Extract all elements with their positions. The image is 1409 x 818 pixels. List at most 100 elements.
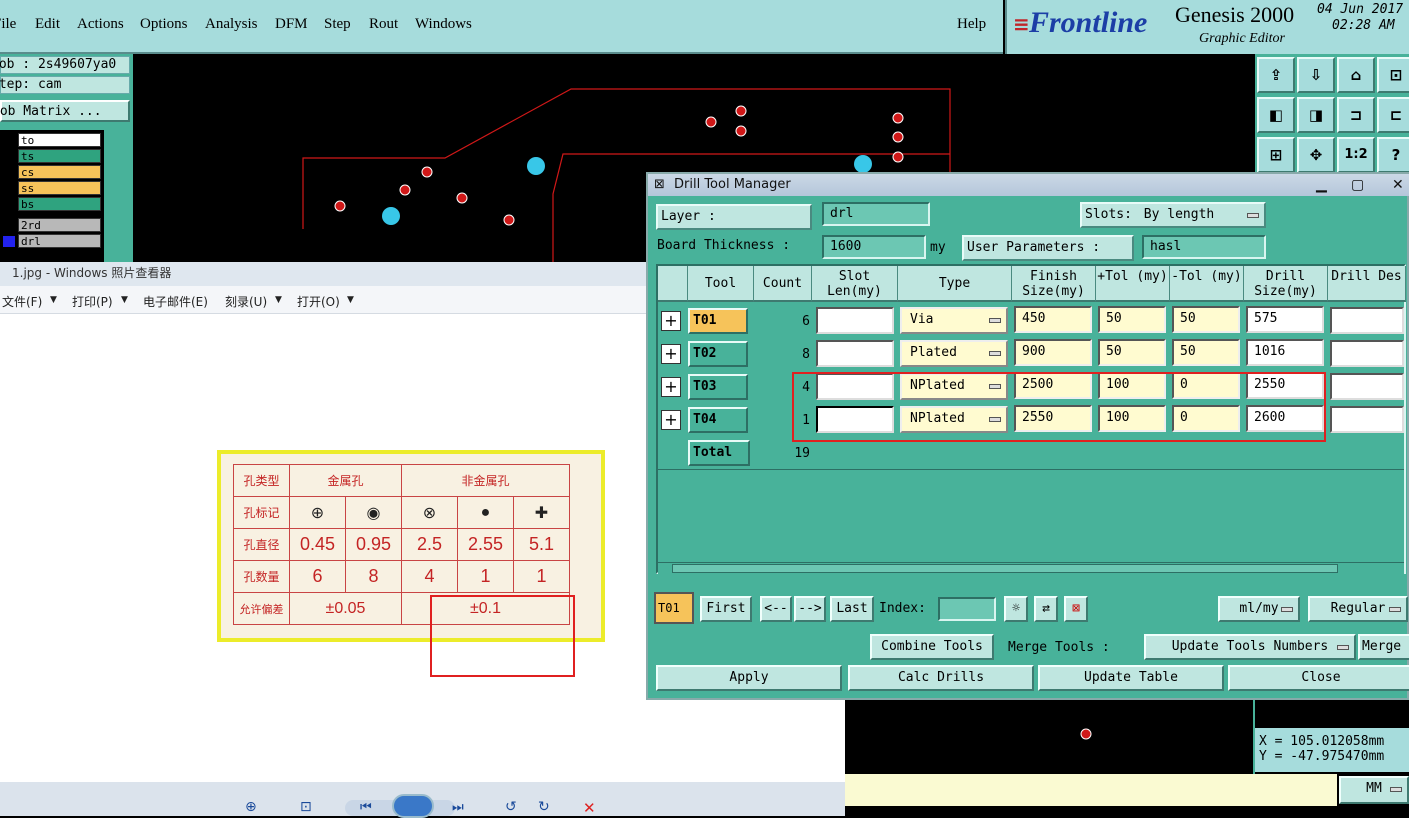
viewer-menu-print[interactable]: 打印(P): [72, 293, 113, 310]
row-header: 孔数量: [233, 560, 290, 593]
drill-des-input[interactable]: [1330, 373, 1404, 400]
rotate-right-icon[interactable]: ↻: [538, 799, 550, 815]
menu-windows[interactable]: Windows: [415, 16, 472, 33]
plus-tol-input[interactable]: 50: [1098, 306, 1166, 333]
drill-des-input[interactable]: [1330, 406, 1404, 433]
fit-icon[interactable]: ⊡: [300, 799, 312, 815]
row-header: 孔直径: [233, 528, 290, 561]
update-tools-numbers-select[interactable]: Update Tools Numbers: [1144, 634, 1356, 660]
units-bottom-select[interactable]: MM: [1339, 776, 1409, 804]
swap-icon[interactable]: ⇄: [1034, 596, 1058, 622]
menu-actions[interactable]: Actions: [77, 16, 124, 33]
window-icon[interactable]: ⊡: [1377, 57, 1409, 93]
expand-icon[interactable]: +: [661, 410, 681, 430]
finish-input[interactable]: 450: [1014, 306, 1092, 333]
zoom-icon[interactable]: ⊕: [245, 799, 257, 815]
export-icon[interactable]: ⇪: [1257, 57, 1295, 93]
update-table-button[interactable]: Update Table: [1038, 665, 1224, 691]
zoom-fit-icon[interactable]: ⊞: [1257, 137, 1295, 173]
calc-drills-button[interactable]: Calc Drills: [848, 665, 1034, 691]
menu-dfm[interactable]: DFM: [275, 16, 308, 33]
help-icon[interactable]: ?: [1377, 137, 1409, 173]
job-matrix-button[interactable]: Job Matrix ...: [0, 100, 130, 122]
previous-icon[interactable]: ⏮: [360, 800, 372, 815]
combine-tools-button[interactable]: Combine Tools: [870, 634, 994, 660]
expand-icon[interactable]: +: [661, 311, 681, 331]
user-params-field[interactable]: hasl: [1142, 235, 1266, 259]
scale-icon[interactable]: 1:2: [1337, 137, 1375, 173]
slideshow-icon[interactable]: [392, 794, 434, 818]
snap-icon[interactable]: ⊐: [1337, 97, 1375, 133]
tool-button[interactable]: T03: [688, 374, 748, 400]
close-icon[interactable]: ✕: [1392, 174, 1404, 196]
layer-item[interactable]: cs: [18, 165, 101, 179]
drill-des-input[interactable]: [1330, 340, 1404, 367]
rotate-left-icon[interactable]: ↺: [505, 799, 517, 815]
layer-field[interactable]: drl: [822, 202, 930, 226]
layer-item[interactable]: to: [18, 133, 101, 147]
menu-edit[interactable]: Edit: [35, 16, 60, 33]
viewer-menu-burn[interactable]: 刻录(U): [225, 293, 267, 310]
next-icon[interactable]: ⏭: [452, 800, 464, 815]
apply-button[interactable]: Apply: [656, 665, 842, 691]
minus-tol-input[interactable]: 50: [1172, 306, 1240, 333]
viewer-menu-email[interactable]: 电子邮件(E): [143, 293, 208, 310]
tool-button[interactable]: T01: [688, 308, 748, 334]
index-input[interactable]: [938, 597, 996, 621]
slot-len-input[interactable]: [816, 340, 894, 367]
plus-tol-input[interactable]: 50: [1098, 339, 1166, 366]
slot-len-input[interactable]: [816, 307, 894, 334]
maximize-icon[interactable]: ▢: [1351, 174, 1364, 196]
tool-button[interactable]: T02: [688, 341, 748, 367]
type-select[interactable]: Via: [900, 307, 1008, 334]
move-left-icon[interactable]: ◧: [1257, 97, 1295, 133]
layer-item[interactable]: ss: [18, 181, 101, 195]
thickness-field[interactable]: 1600: [822, 235, 926, 259]
mode-select[interactable]: Regular: [1308, 596, 1408, 622]
delete-icon[interactable]: ⊠: [1064, 596, 1088, 622]
route-icon[interactable]: ⊏: [1377, 97, 1409, 133]
close-button[interactable]: Close: [1228, 665, 1409, 691]
tool-button[interactable]: T04: [688, 407, 748, 433]
merge-button[interactable]: Merge: [1358, 634, 1409, 660]
first-button[interactable]: First: [700, 596, 752, 622]
layer-item[interactable]: bs: [18, 197, 101, 211]
units-select[interactable]: ml/my: [1218, 596, 1300, 622]
expand-icon[interactable]: +: [661, 344, 681, 364]
lightbulb-icon[interactable]: ☼: [1004, 596, 1028, 622]
layer-item[interactable]: 2rd: [18, 218, 101, 232]
prev-button[interactable]: <--: [760, 596, 792, 622]
layer-item[interactable]: drl: [18, 234, 101, 248]
drill-des-input[interactable]: [1330, 307, 1404, 334]
scroll-thumb[interactable]: [672, 564, 1338, 573]
minus-tol-input[interactable]: 50: [1172, 339, 1240, 366]
menu-file[interactable]: File: [0, 16, 16, 33]
viewer-menu-file[interactable]: 文件(F): [2, 293, 42, 310]
menu-rout[interactable]: Rout: [369, 16, 398, 33]
type-select[interactable]: Plated: [900, 340, 1008, 367]
menu-options[interactable]: Options: [140, 16, 188, 33]
minimize-icon[interactable]: ▁: [1316, 174, 1327, 196]
slots-selector[interactable]: Slots: By length: [1080, 202, 1266, 228]
home-icon[interactable]: ⌂: [1337, 57, 1375, 93]
import-icon[interactable]: ⇩: [1297, 57, 1335, 93]
next-button[interactable]: -->: [794, 596, 826, 622]
active-layer-marker: [3, 236, 15, 247]
brand-panel: ≡ Frontline Genesis 2000 Graphic Editor …: [1005, 0, 1409, 54]
menu-step[interactable]: Step: [324, 16, 351, 33]
dropdown-arrow-icon: ▼: [275, 295, 282, 305]
delete-icon[interactable]: ✕: [583, 799, 596, 817]
viewer-menu-open[interactable]: 打开(O): [297, 293, 340, 310]
expand-icon[interactable]: +: [661, 377, 681, 397]
finish-input[interactable]: 900: [1014, 339, 1092, 366]
thickness-unit: my: [930, 240, 946, 255]
drill-size-input[interactable]: 575: [1246, 306, 1324, 333]
layer-item[interactable]: ts: [18, 149, 101, 163]
drill-size-input[interactable]: 1016: [1246, 339, 1324, 366]
move-right-icon[interactable]: ◨: [1297, 97, 1335, 133]
pan-icon[interactable]: ✥: [1297, 137, 1335, 173]
horizontal-scrollbar[interactable]: [658, 562, 1404, 574]
menu-analysis[interactable]: Analysis: [205, 16, 258, 33]
menu-help[interactable]: Help: [957, 16, 986, 33]
last-button[interactable]: Last: [830, 596, 874, 622]
